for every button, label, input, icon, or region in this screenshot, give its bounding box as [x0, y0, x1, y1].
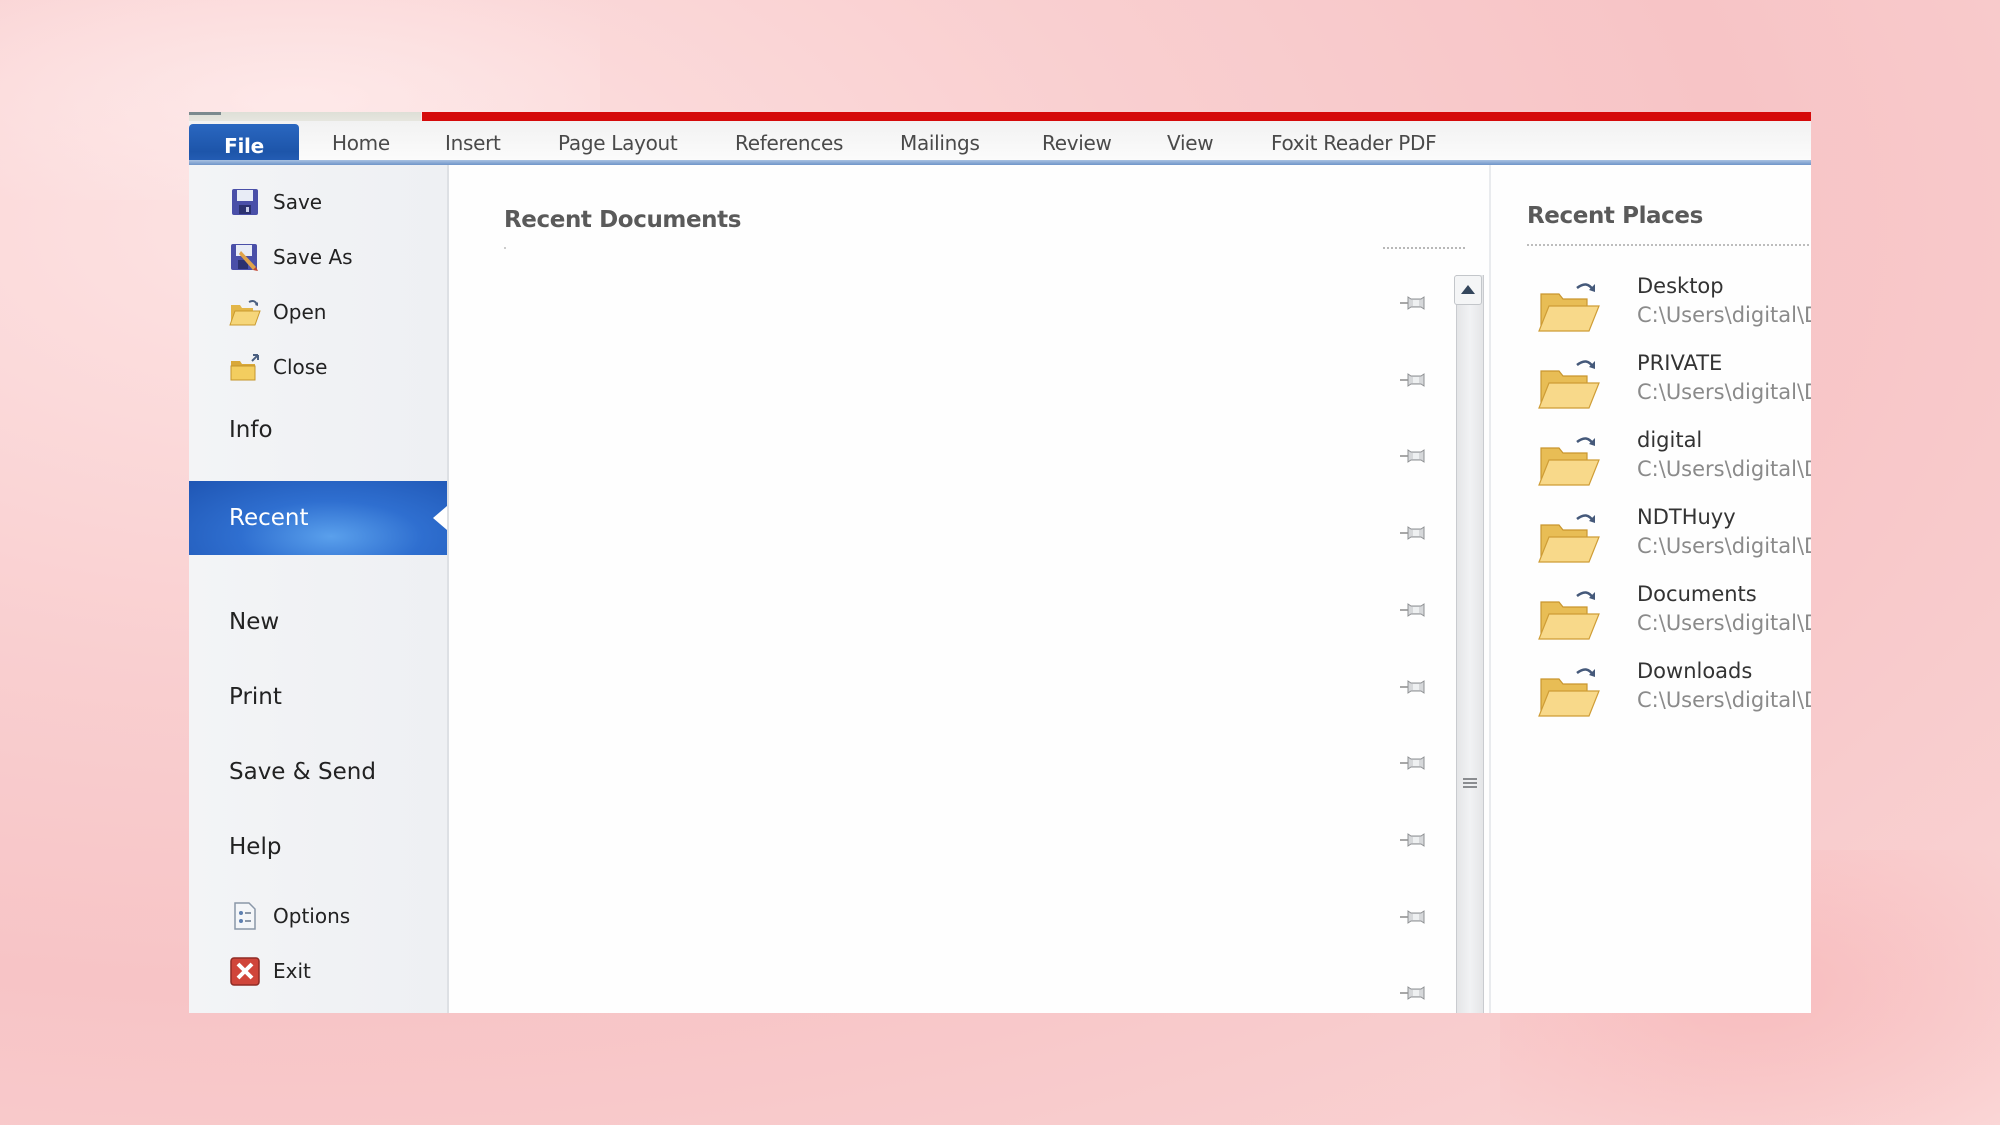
- nav-save-as[interactable]: Save As: [229, 237, 353, 277]
- recent-places-panel: Recent Places Desktop C:\Users\digital\D P…: [1491, 165, 1811, 1013]
- recent-place-item[interactable]: Documents C:\Users\digital\D: [1537, 582, 1811, 652]
- tab-view[interactable]: View: [1167, 125, 1214, 161]
- nav-close[interactable]: Close: [229, 347, 327, 387]
- nav-save[interactable]: Save: [229, 182, 322, 222]
- tab-references[interactable]: References: [735, 125, 843, 161]
- nav-save-as-label: Save As: [273, 245, 353, 269]
- tab-review[interactable]: Review: [1042, 125, 1112, 161]
- nav-options-label: Options: [273, 904, 351, 928]
- nav-new[interactable]: New: [229, 602, 279, 642]
- pin-icon[interactable]: [1399, 370, 1429, 390]
- pin-icon[interactable]: [1399, 293, 1429, 313]
- pin-icon[interactable]: [1399, 983, 1429, 1003]
- recent-places-divider: [1527, 244, 1811, 246]
- tab-home[interactable]: Home: [332, 125, 390, 161]
- recent-documents-title: Recent Documents: [504, 207, 742, 233]
- pin-icon[interactable]: [1399, 600, 1429, 620]
- recent-place-path: C:\Users\digital\D: [1637, 303, 1811, 327]
- word-backstage-window: File Home Insert Page Layout References …: [189, 112, 1811, 1013]
- recent-place-path: C:\Users\digital\D: [1637, 688, 1811, 712]
- folder-icon: [1537, 509, 1601, 565]
- recent-place-path: C:\Users\digital\D: [1637, 457, 1811, 481]
- options-icon: [229, 900, 261, 932]
- title-strip-mark: [189, 112, 221, 115]
- recent-place-item[interactable]: NDTHuyy C:\Users\digital\D: [1537, 505, 1811, 575]
- scroll-up-button[interactable]: [1454, 275, 1482, 305]
- pin-icon[interactable]: [1399, 523, 1429, 543]
- nav-open-label: Open: [273, 300, 327, 324]
- pin-icon[interactable]: [1399, 830, 1429, 850]
- nav-recent-label: Recent: [229, 505, 309, 531]
- scroll-thumb-grip[interactable]: [1463, 778, 1477, 790]
- exit-icon: [229, 955, 261, 987]
- tab-mailings[interactable]: Mailings: [900, 125, 980, 161]
- folder-icon: [1537, 278, 1601, 334]
- accent-bar: [422, 112, 1811, 121]
- save-as-icon: [229, 241, 261, 273]
- ribbon-tab-bar: File Home Insert Page Layout References …: [189, 121, 1811, 170]
- close-folder-icon: [229, 351, 261, 383]
- recent-place-item[interactable]: Desktop C:\Users\digital\D: [1537, 274, 1811, 344]
- recent-place-item[interactable]: PRIVATE C:\Users\digital\D: [1537, 351, 1811, 421]
- nav-save-label: Save: [273, 190, 323, 214]
- pin-icon[interactable]: [1399, 677, 1429, 697]
- recent-place-name: PRIVATE: [1637, 351, 1723, 375]
- recent-place-name: Desktop: [1637, 274, 1724, 298]
- folder-icon: [1537, 355, 1601, 411]
- tab-foxit-reader-pdf[interactable]: Foxit Reader PDF: [1271, 125, 1437, 161]
- nav-recent[interactable]: Recent: [189, 481, 447, 555]
- pin-icon[interactable]: [1399, 907, 1429, 927]
- nav-info[interactable]: Info: [229, 410, 273, 450]
- save-icon: [229, 186, 261, 218]
- recent-place-name: digital: [1637, 428, 1703, 452]
- recent-place-path: C:\Users\digital\D: [1637, 611, 1811, 635]
- recent-place-path: C:\Users\digital\D: [1637, 380, 1811, 404]
- nav-print[interactable]: Print: [229, 677, 282, 717]
- recent-places-title: Recent Places: [1527, 203, 1703, 229]
- folder-icon: [1537, 432, 1601, 488]
- open-folder-icon: [229, 296, 261, 328]
- nav-close-label: Close: [273, 355, 328, 379]
- recent-documents-panel: Recent Documents: [449, 165, 1489, 1013]
- tab-page-layout[interactable]: Page Layout: [558, 125, 678, 161]
- backstage-nav: Save Save As Open Close Info Recent New: [189, 165, 449, 1013]
- divider-dot: [504, 247, 506, 249]
- recent-place-name: NDTHuyy: [1637, 505, 1736, 529]
- nav-save-and-send[interactable]: Save & Send: [229, 752, 376, 792]
- recent-place-item[interactable]: digital C:\Users\digital\D: [1537, 428, 1811, 498]
- tab-insert[interactable]: Insert: [445, 125, 501, 161]
- recent-place-path: C:\Users\digital\D: [1637, 534, 1811, 558]
- pin-icon[interactable]: [1399, 446, 1429, 466]
- recent-documents-scrollbar[interactable]: [1456, 275, 1484, 1013]
- recent-place-item[interactable]: Downloads C:\Users\digital\D: [1537, 659, 1811, 729]
- folder-icon: [1537, 586, 1601, 642]
- recent-place-name: Documents: [1637, 582, 1757, 606]
- nav-help[interactable]: Help: [229, 827, 281, 867]
- nav-open[interactable]: Open: [229, 292, 326, 332]
- pin-icon[interactable]: [1399, 753, 1429, 773]
- folder-icon: [1537, 663, 1601, 719]
- nav-exit-label: Exit: [273, 959, 311, 983]
- recent-documents-divider: [1383, 247, 1465, 249]
- selection-notch: [433, 506, 447, 530]
- recent-place-name: Downloads: [1637, 659, 1753, 683]
- nav-exit[interactable]: Exit: [229, 951, 311, 991]
- nav-options[interactable]: Options: [229, 896, 350, 936]
